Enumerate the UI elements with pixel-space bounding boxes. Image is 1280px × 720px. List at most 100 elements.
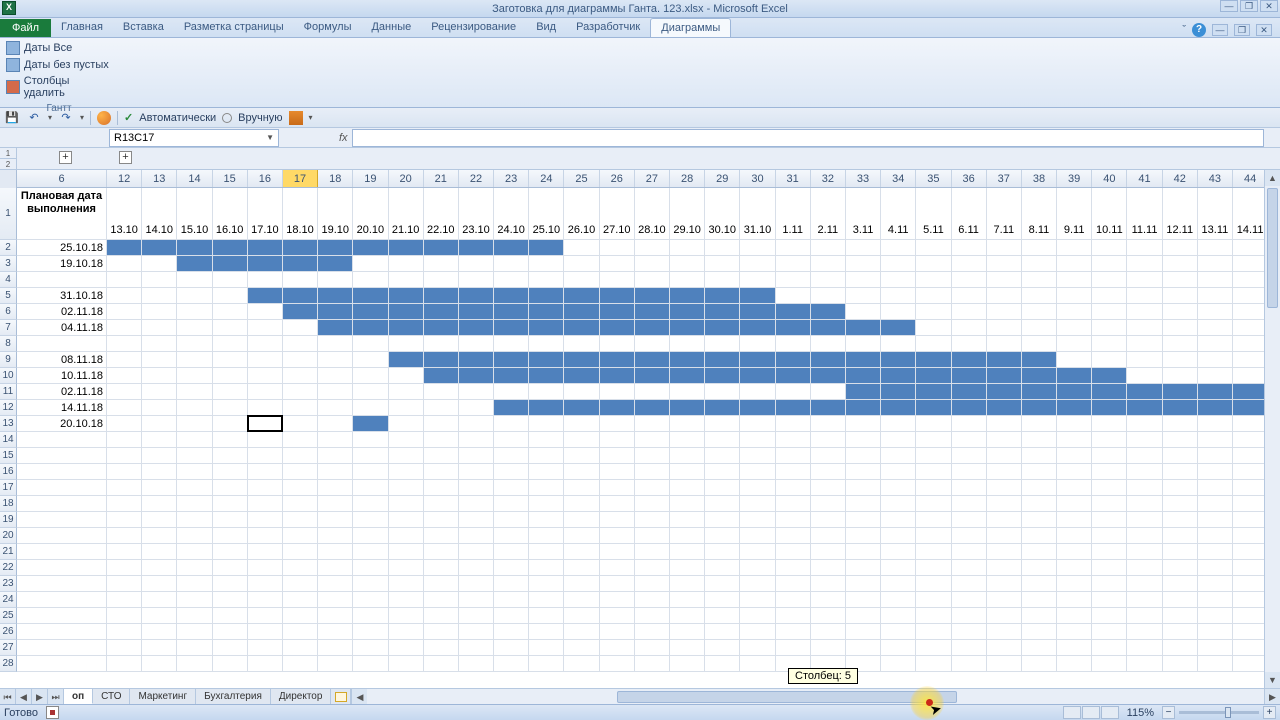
cell[interactable] <box>846 352 881 368</box>
cell[interactable] <box>529 304 564 320</box>
column-header[interactable]: 22 <box>459 170 494 187</box>
cell[interactable]: 11.11 <box>1127 188 1162 240</box>
cell[interactable] <box>1127 560 1162 576</box>
cell[interactable] <box>1127 464 1162 480</box>
cell[interactable] <box>881 240 916 256</box>
cell[interactable] <box>916 336 951 352</box>
cell[interactable] <box>846 544 881 560</box>
cell[interactable] <box>17 576 107 592</box>
cell[interactable] <box>1127 384 1162 400</box>
cell[interactable] <box>1198 400 1233 416</box>
cell[interactable] <box>916 256 951 272</box>
cell[interactable]: 31.10.18 <box>17 288 107 304</box>
cell[interactable] <box>564 320 599 336</box>
cell[interactable] <box>1127 432 1162 448</box>
cell[interactable] <box>142 288 177 304</box>
cell[interactable] <box>107 368 142 384</box>
cell[interactable] <box>459 656 494 672</box>
cell[interactable] <box>424 352 459 368</box>
cell[interactable] <box>776 464 811 480</box>
cell[interactable] <box>248 512 283 528</box>
cell[interactable] <box>459 240 494 256</box>
column-header[interactable]: 15 <box>213 170 248 187</box>
cell[interactable] <box>670 512 705 528</box>
cell[interactable] <box>564 272 599 288</box>
cell[interactable] <box>353 464 388 480</box>
cell[interactable] <box>916 608 951 624</box>
cell[interactable] <box>1022 624 1057 640</box>
cell[interactable] <box>1198 528 1233 544</box>
cell[interactable] <box>529 432 564 448</box>
cell[interactable] <box>916 384 951 400</box>
cell[interactable] <box>107 400 142 416</box>
cell[interactable]: 08.11.18 <box>17 352 107 368</box>
cell[interactable] <box>987 608 1022 624</box>
sheet-nav-first[interactable]: ⏮ <box>0 689 16 704</box>
cell[interactable] <box>705 480 740 496</box>
cell[interactable] <box>389 544 424 560</box>
cell[interactable] <box>248 288 283 304</box>
cell[interactable] <box>1233 320 1268 336</box>
cell[interactable] <box>740 384 775 400</box>
cell[interactable] <box>952 240 987 256</box>
column-header[interactable]: 37 <box>987 170 1022 187</box>
cell[interactable]: 13.10 <box>107 188 142 240</box>
cell[interactable] <box>1163 448 1198 464</box>
cell[interactable] <box>740 496 775 512</box>
cell[interactable] <box>1233 272 1268 288</box>
undo-icon[interactable]: ↶ <box>26 110 42 126</box>
cell[interactable] <box>1057 592 1092 608</box>
cell[interactable] <box>142 560 177 576</box>
cell[interactable] <box>1233 336 1268 352</box>
cell[interactable] <box>846 288 881 304</box>
cell[interactable] <box>1233 640 1268 656</box>
cell[interactable] <box>1127 480 1162 496</box>
cell[interactable] <box>459 400 494 416</box>
cell[interactable] <box>881 464 916 480</box>
cell[interactable] <box>318 240 353 256</box>
cell[interactable] <box>670 480 705 496</box>
cell[interactable] <box>107 656 142 672</box>
cell[interactable] <box>670 336 705 352</box>
cell[interactable] <box>318 368 353 384</box>
cell[interactable] <box>987 336 1022 352</box>
cell[interactable] <box>318 496 353 512</box>
radio-icon[interactable] <box>222 113 232 123</box>
cell[interactable] <box>1198 240 1233 256</box>
cell[interactable] <box>635 544 670 560</box>
cell[interactable] <box>705 640 740 656</box>
cell[interactable] <box>389 656 424 672</box>
cell[interactable] <box>811 352 846 368</box>
cell[interactable] <box>1092 240 1127 256</box>
cell[interactable] <box>283 640 318 656</box>
cell[interactable] <box>213 624 248 640</box>
cell[interactable] <box>213 240 248 256</box>
column-header[interactable]: 19 <box>353 170 388 187</box>
cell[interactable] <box>318 304 353 320</box>
cell[interactable] <box>705 336 740 352</box>
cell[interactable] <box>248 448 283 464</box>
cell[interactable] <box>740 464 775 480</box>
cell[interactable]: 20.10 <box>353 188 388 240</box>
cell[interactable] <box>459 544 494 560</box>
cell[interactable] <box>846 496 881 512</box>
cell[interactable] <box>389 448 424 464</box>
cell[interactable] <box>811 464 846 480</box>
cell[interactable] <box>318 480 353 496</box>
cell[interactable] <box>811 448 846 464</box>
cell[interactable] <box>881 320 916 336</box>
cell[interactable] <box>248 336 283 352</box>
cell[interactable] <box>635 528 670 544</box>
cell[interactable] <box>389 256 424 272</box>
cell[interactable] <box>353 432 388 448</box>
cell[interactable] <box>318 512 353 528</box>
cell[interactable] <box>811 624 846 640</box>
cell[interactable] <box>705 288 740 304</box>
cell[interactable] <box>177 336 212 352</box>
cell[interactable] <box>987 256 1022 272</box>
cell[interactable] <box>670 624 705 640</box>
cell[interactable] <box>1022 544 1057 560</box>
cell[interactable] <box>142 416 177 432</box>
cell[interactable] <box>1233 368 1268 384</box>
cell[interactable] <box>705 608 740 624</box>
